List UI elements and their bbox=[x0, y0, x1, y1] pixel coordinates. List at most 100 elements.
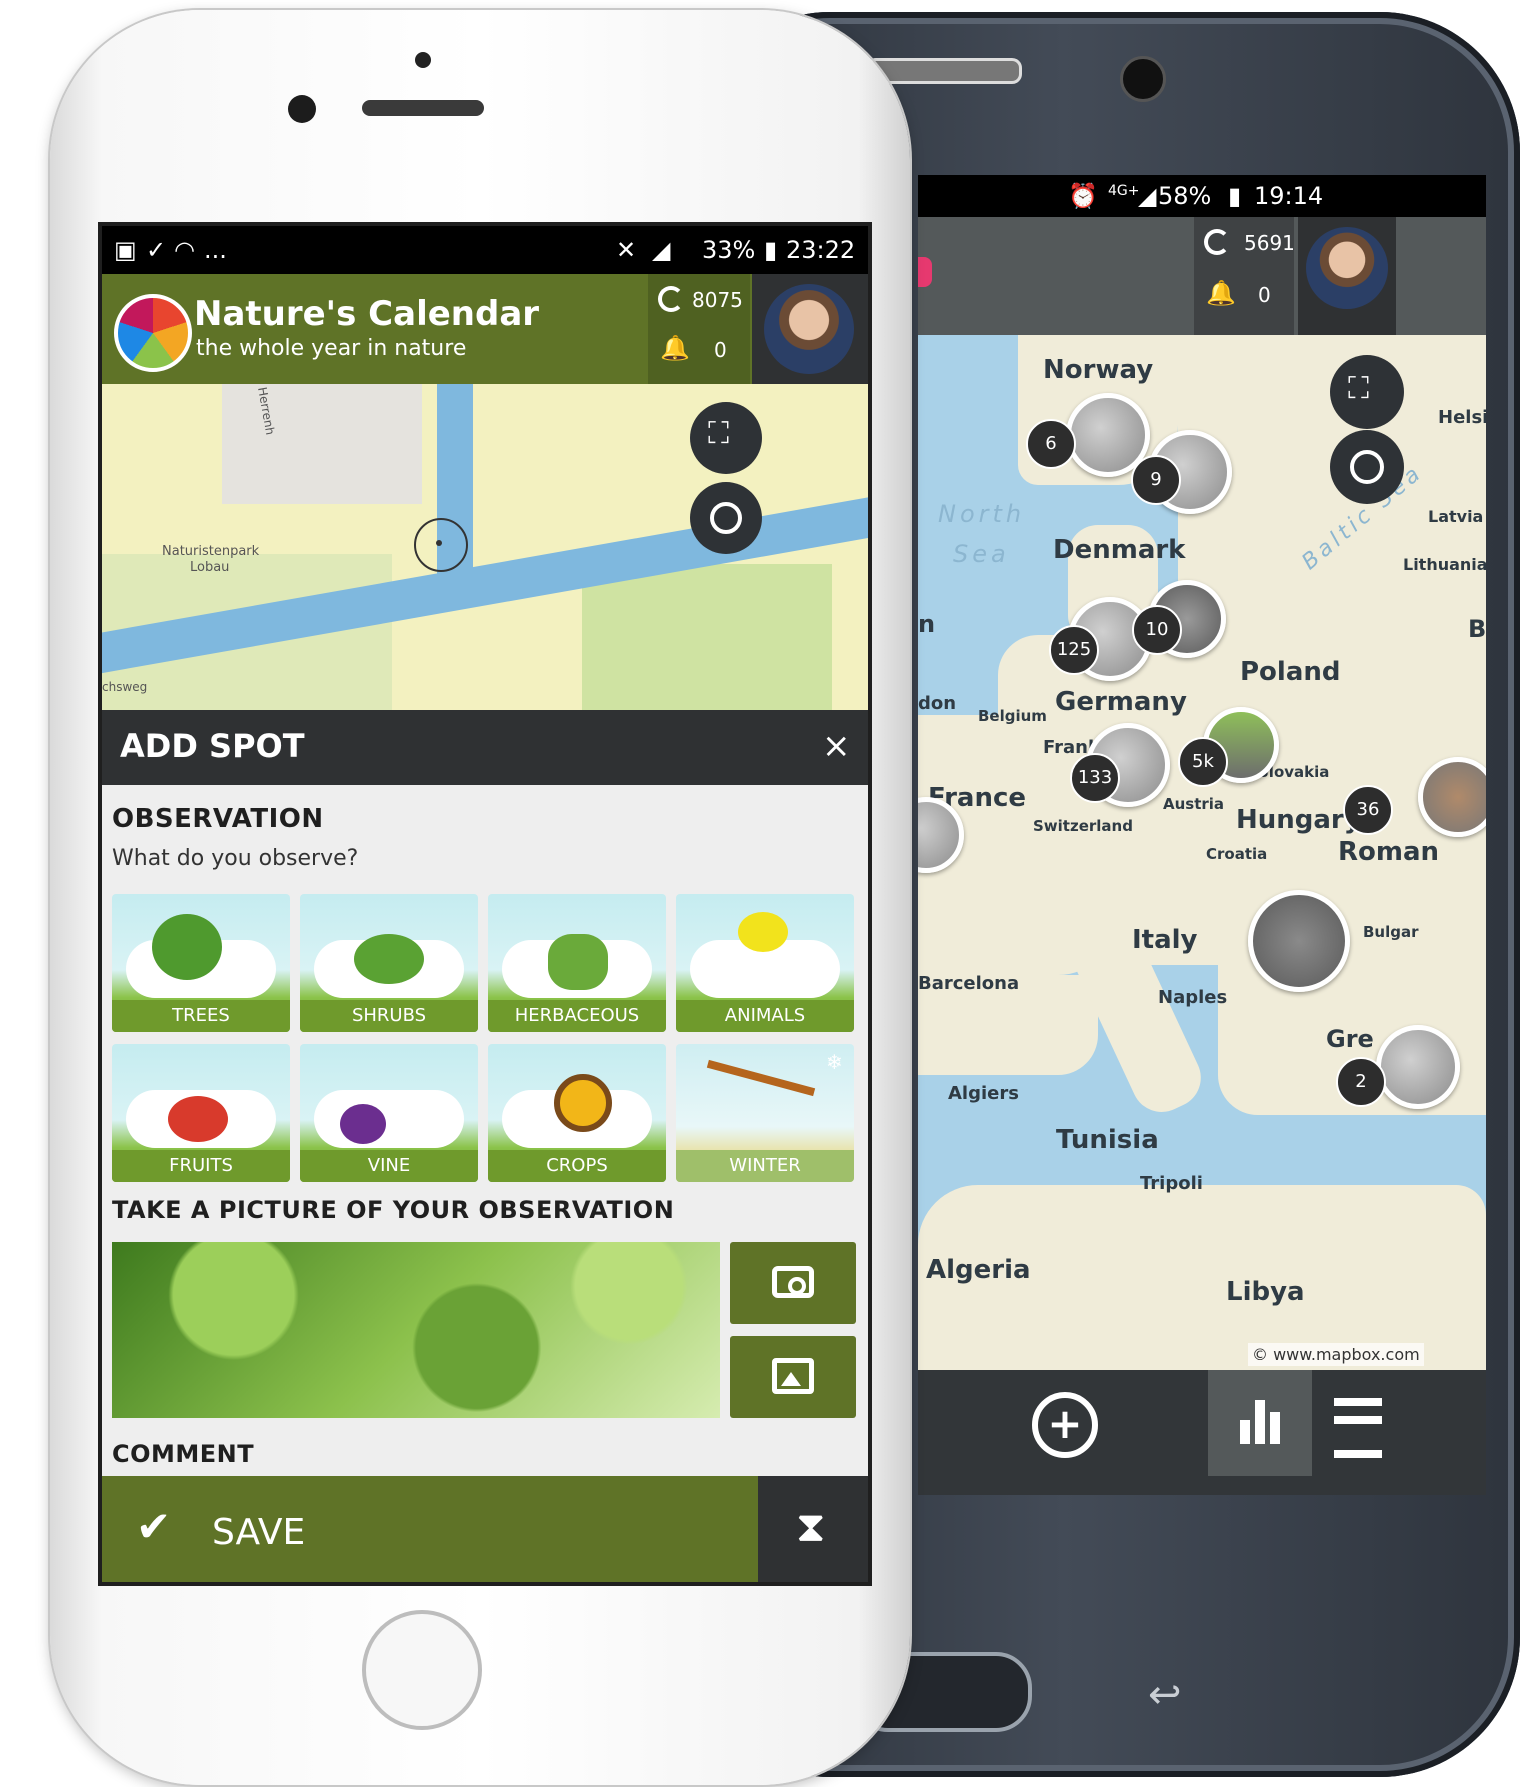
category-shrubs[interactable]: SHRUBS bbox=[300, 894, 478, 1032]
shrub-icon bbox=[354, 934, 424, 984]
image-icon bbox=[772, 1358, 814, 1394]
notification-count: 0 bbox=[1258, 283, 1271, 307]
category-crops[interactable]: CROPS bbox=[488, 1044, 666, 1182]
statistics-button[interactable] bbox=[1208, 1370, 1312, 1476]
menu-button[interactable] bbox=[1334, 1398, 1388, 1458]
observation-question: What do you observe? bbox=[112, 846, 359, 871]
save-button[interactable]: ✔ SAVE bbox=[102, 1476, 868, 1582]
category-animals[interactable]: ANIMALS bbox=[676, 894, 854, 1032]
points-icon bbox=[1204, 229, 1230, 255]
bell-icon: 🔔 bbox=[660, 334, 690, 362]
category-trees[interactable]: TREES bbox=[112, 894, 290, 1032]
android-app-header: 5691 🔔 0 bbox=[918, 217, 1486, 335]
avatar[interactable] bbox=[1298, 217, 1396, 335]
category-label: FRUITS bbox=[112, 1150, 290, 1182]
stats-panel[interactable]: 5691 🔔 0 bbox=[1194, 217, 1295, 335]
checkmark-icon: ✔ bbox=[136, 1502, 172, 1551]
android-bottom-nav: + bbox=[918, 1370, 1486, 1495]
camera-icon bbox=[772, 1266, 814, 1298]
cluster-count[interactable]: 6 bbox=[1026, 419, 1076, 469]
close-icon[interactable]: × bbox=[822, 726, 851, 766]
category-label: ANIMALS bbox=[676, 1000, 854, 1032]
camera-button[interactable] bbox=[730, 1242, 856, 1324]
fruit-icon bbox=[168, 1096, 228, 1142]
map-label-street-2: chsweg bbox=[102, 680, 148, 694]
iphone-screen: ▣ ✓ ◠ ... ✕ ◢ 33% ▮ 23:22 Nature's Calen… bbox=[98, 222, 872, 1586]
battery-percent: 58% bbox=[1158, 182, 1212, 210]
label-helsinki: Helsink bbox=[1438, 407, 1486, 428]
android-back-icon[interactable]: ↩ bbox=[1148, 1672, 1182, 1718]
label-belgium: Belgium bbox=[978, 707, 1047, 725]
location-map[interactable]: Naturistenpark Lobau Herrenh chsweg ⛶ bbox=[102, 384, 868, 710]
explore-button[interactable]: ⛶ bbox=[690, 402, 762, 474]
category-winter[interactable]: ❄ WINTER bbox=[676, 1044, 854, 1182]
add-observation-button[interactable]: + bbox=[1026, 1388, 1106, 1468]
label-bulgaria: Bulgar bbox=[1363, 923, 1419, 941]
hamburger-icon bbox=[1334, 1398, 1382, 1458]
map-attribution: © www.mapbox.com bbox=[1248, 1343, 1424, 1366]
bell-icon: 🔔 bbox=[1206, 279, 1236, 307]
category-label: CROPS bbox=[488, 1150, 666, 1182]
label-b-edge: B bbox=[1468, 615, 1486, 643]
avatar[interactable] bbox=[752, 274, 868, 384]
map-urban-area bbox=[222, 384, 422, 504]
bar-chart-icon bbox=[1240, 1400, 1280, 1444]
label-germany: Germany bbox=[1055, 687, 1187, 717]
locate-me-button[interactable] bbox=[690, 482, 762, 554]
android-front-camera bbox=[1120, 56, 1166, 102]
binoculars-icon: ⛶ bbox=[708, 416, 729, 451]
label-latvia: Latvia bbox=[1428, 507, 1484, 526]
label-tunisia: Tunisia bbox=[1056, 1125, 1159, 1155]
sunflower-icon bbox=[554, 1074, 612, 1132]
snowflake-icon: ❄ bbox=[826, 1050, 843, 1074]
target-icon bbox=[710, 502, 742, 534]
category-fruits[interactable]: FRUITS bbox=[112, 1044, 290, 1182]
cluster-count[interactable]: 133 bbox=[1070, 753, 1120, 803]
label-greece: Gre bbox=[1326, 1025, 1374, 1053]
points-count: 5691 bbox=[1244, 231, 1295, 255]
status-dots: ... bbox=[204, 236, 227, 264]
battery-icon: ▮ bbox=[764, 236, 778, 264]
add-spot-bar: ADD SPOT × bbox=[102, 710, 868, 785]
check-icon: ✓ bbox=[146, 236, 167, 264]
save-later-button[interactable]: ⧗ bbox=[758, 1476, 868, 1582]
crosshair-dot bbox=[436, 540, 442, 546]
label-north-sea: North bbox=[938, 500, 1026, 528]
label-algiers: Algiers bbox=[948, 1083, 1019, 1104]
map-label-park: Naturistenpark bbox=[162, 544, 260, 559]
label-london: don bbox=[918, 693, 957, 714]
gallery-button[interactable] bbox=[730, 1336, 856, 1418]
category-herbaceous[interactable]: HERBACEOUS bbox=[488, 894, 666, 1032]
hourglass-icon: ⧗ bbox=[796, 1502, 826, 1551]
cluster-count[interactable]: 10 bbox=[1132, 605, 1182, 655]
cluster-count[interactable]: 5k bbox=[1178, 737, 1228, 787]
category-label: TREES bbox=[112, 1000, 290, 1032]
app-subtitle: the whole year in nature bbox=[196, 336, 467, 361]
herb-icon bbox=[548, 934, 608, 990]
label-n-edge: n bbox=[918, 610, 936, 638]
branch-icon bbox=[706, 1059, 816, 1097]
label-romania: Roman bbox=[1338, 837, 1440, 867]
points-icon bbox=[658, 286, 684, 312]
android-status-bar: ⏰ 4G+ ◢ 58% ▮ 19:14 bbox=[918, 175, 1486, 217]
cluster-count[interactable]: 2 bbox=[1336, 1057, 1386, 1107]
explore-button[interactable]: ⛶ bbox=[1330, 355, 1404, 429]
europe-map[interactable]: Norway slo Helsink Latvia Lithuania Nort… bbox=[918, 335, 1486, 1370]
label-tripoli: Tripoli bbox=[1140, 1173, 1203, 1194]
cluster-count[interactable]: 125 bbox=[1049, 625, 1099, 675]
cluster-marker[interactable] bbox=[1376, 1025, 1460, 1109]
cluster-count[interactable]: 9 bbox=[1131, 455, 1181, 505]
category-vine[interactable]: VINE bbox=[300, 1044, 478, 1182]
android-speaker bbox=[866, 58, 1022, 84]
stats-panel[interactable]: 8075 🔔 0 bbox=[648, 274, 750, 384]
label-switzerland: Switzerland bbox=[1033, 817, 1133, 835]
cluster-marker[interactable] bbox=[1248, 890, 1350, 992]
locate-me-button[interactable] bbox=[1330, 430, 1404, 504]
category-label: HERBACEOUS bbox=[488, 1000, 666, 1032]
battery-icon: ▮ bbox=[1228, 182, 1242, 210]
cluster-count[interactable]: 36 bbox=[1343, 785, 1393, 835]
label-barcelona: Barcelona bbox=[918, 973, 1020, 994]
category-label: WINTER bbox=[676, 1150, 854, 1182]
iphone-home-button[interactable] bbox=[362, 1610, 482, 1730]
label-austria: Austria bbox=[1163, 795, 1225, 813]
